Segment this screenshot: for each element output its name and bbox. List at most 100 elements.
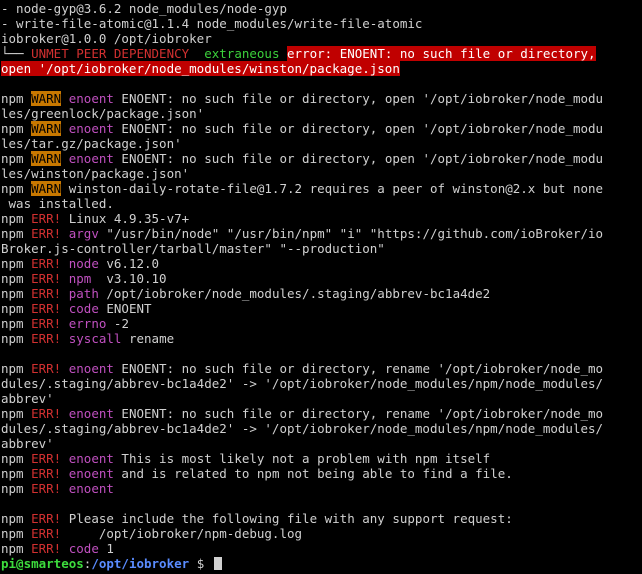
terminal-text-segment: UNMET PEER DEPENDENCY — [31, 46, 190, 61]
terminal-text-segment: ENOENT: no such file or directory, renam… — [113, 361, 604, 376]
terminal-text-segment: npm — [1, 256, 32, 271]
terminal-line: npm ERR! code ENOENT — [1, 301, 642, 316]
terminal-text-segment: path — [68, 286, 99, 301]
terminal-text-segment: Broker.js-controller/tarball/master" "--… — [1, 241, 385, 256]
terminal-line: abbrev' — [1, 391, 642, 406]
terminal-line: dules/.staging/abbrev-bc1a4de2' -> '/opt… — [1, 421, 642, 436]
terminal-text-segment: ENOENT: no such file or directory, open … — [113, 151, 604, 166]
terminal-text-segment: - write-file-atomic@1.1.4 node_modules/w… — [1, 16, 423, 31]
terminal-text-segment: Please include the following file with a… — [61, 511, 513, 526]
terminal-text-segment: ERR! — [31, 331, 62, 346]
terminal-text-segment: enoent — [68, 481, 114, 496]
terminal-line: npm ERR! npm v3.10.10 — [1, 271, 642, 286]
prompt-path: /opt/iobroker — [91, 556, 190, 571]
terminal-text-segment: npm — [1, 226, 32, 241]
shell-prompt-line[interactable]: pi@smarteos:/opt/iobroker $ — [1, 556, 642, 571]
terminal-line: npm ERR! enoent ENOENT: no such file or … — [1, 361, 642, 376]
terminal-text-segment: ERR! — [31, 271, 62, 286]
terminal-text-segment: v3.10.10 — [91, 271, 167, 286]
terminal-text-segment: WARN — [31, 181, 62, 196]
terminal-text-segment: npm — [1, 91, 32, 106]
terminal-line: - write-file-atomic@1.1.4 node_modules/w… — [1, 16, 642, 31]
terminal-text-segment: npm — [1, 316, 32, 331]
terminal-text-segment: winston-daily-rotate-file@1.7.2 requires… — [61, 181, 604, 196]
terminal-text-segment: was installed. — [1, 196, 114, 211]
terminal-text-segment: enoent — [68, 121, 114, 136]
terminal-text-segment: rename — [121, 331, 175, 346]
terminal-text-segment: and is related to npm not being able to … — [113, 466, 513, 481]
terminal-line: npm ERR! Please include the following fi… — [1, 511, 642, 526]
terminal-text-segment: les/tar.gz/package.json' — [1, 136, 182, 151]
terminal-text-segment: npm — [1, 121, 32, 136]
terminal-line: npm ERR! enoent This is most likely not … — [1, 451, 642, 466]
terminal-line: npm ERR! enoent — [1, 481, 642, 496]
terminal-text-segment: ENOENT: no such file or directory, open … — [113, 91, 604, 106]
terminal-text-segment: npm — [1, 151, 32, 166]
terminal-text-segment: enoent — [68, 151, 114, 166]
terminal-line: Broker.js-controller/tarball/master" "--… — [1, 241, 642, 256]
terminal-text-segment: ERR! — [31, 481, 62, 496]
terminal-line: - node-gyp@3.6.2 node_modules/node-gyp — [1, 1, 642, 16]
terminal-text-segment: ERR! — [31, 526, 62, 541]
terminal-text-segment: npm — [1, 481, 32, 496]
terminal-line: npm WARN winston-daily-rotate-file@1.7.2… — [1, 181, 642, 196]
terminal-text-segment: argv — [68, 226, 99, 241]
terminal-text-segment: npm — [1, 541, 32, 556]
terminal-line: abbrev' — [1, 436, 642, 451]
terminal-window[interactable]: - node-gyp@3.6.2 node_modules/node-gyp - … — [0, 0, 642, 574]
terminal-text-segment: open '/opt/iobroker/node_modules/winston… — [1, 61, 400, 76]
terminal-text-segment: └── — [1, 46, 32, 61]
terminal-text-segment: npm — [1, 451, 32, 466]
terminal-text-segment: npm — [1, 361, 32, 376]
terminal-line: npm ERR! code 1 — [1, 541, 642, 556]
terminal-line: npm ERR! /opt/iobroker/npm-debug.log — [1, 526, 642, 541]
terminal-text-segment: node — [68, 256, 99, 271]
terminal-text-segment: npm — [1, 271, 32, 286]
terminal-text-segment: dules/.staging/abbrev-bc1a4de2' -> '/opt… — [1, 421, 604, 436]
terminal-text-segment: npm — [1, 211, 32, 226]
terminal-text-segment: les/greenlock/package.json' — [1, 106, 205, 121]
terminal-text-segment: ERR! — [31, 316, 62, 331]
terminal-text-segment: abbrev' — [1, 436, 54, 451]
terminal-text-segment: npm — [1, 526, 32, 541]
terminal-text-segment: enoent — [68, 466, 114, 481]
terminal-text-segment: ERR! — [31, 361, 62, 376]
terminal-text-segment: 1 — [98, 541, 114, 556]
prompt-symbol: $ — [189, 556, 212, 571]
text-cursor[interactable] — [213, 557, 222, 570]
terminal-text-segment: error: ENOENT: no such file or directory… — [287, 46, 596, 61]
terminal-text-segment: npm — [1, 511, 32, 526]
terminal-text-segment: Linux 4.9.35-v7+ — [61, 211, 190, 226]
terminal-text-segment: /opt/iobroker/npm-debug.log — [61, 526, 303, 541]
terminal-text-segment: enoent — [68, 91, 114, 106]
terminal-text-segment: ERR! — [31, 226, 62, 241]
terminal-line: open '/opt/iobroker/node_modules/winston… — [1, 61, 642, 76]
terminal-line: iobroker@1.0.0 /opt/iobroker — [1, 31, 642, 46]
terminal-text-segment: ERR! — [31, 211, 62, 226]
terminal-text-segment: v6.12.0 — [98, 256, 160, 271]
terminal-text-segment: "/usr/bin/node" "/usr/bin/npm" "i" "http… — [98, 226, 604, 241]
terminal-text-segment: ERR! — [31, 511, 62, 526]
terminal-line: les/tar.gz/package.json' — [1, 136, 642, 151]
terminal-text-segment: /opt/iobroker/node_modules/.staging/abbr… — [98, 286, 491, 301]
terminal-line: les/winston/package.json' — [1, 166, 642, 181]
terminal-text-segment: WARN — [31, 91, 62, 106]
terminal-text-segment: - node-gyp@3.6.2 node_modules/node-gyp — [1, 1, 287, 16]
terminal-text-segment: This is most likely not a problem with n… — [113, 451, 491, 466]
terminal-output: - node-gyp@3.6.2 node_modules/node-gyp - … — [1, 1, 642, 556]
terminal-text-segment: dules/.staging/abbrev-bc1a4de2' -> '/opt… — [1, 376, 604, 391]
